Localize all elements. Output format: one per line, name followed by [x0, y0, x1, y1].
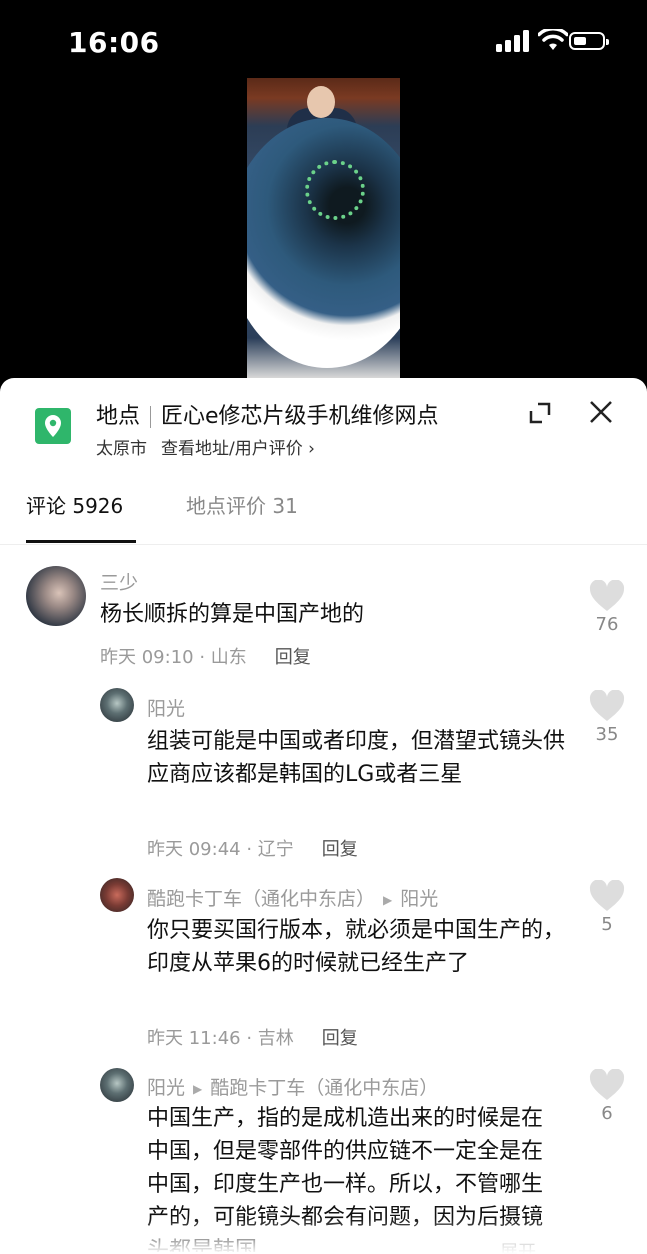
- location-pin-icon: [35, 408, 71, 444]
- like-count: 5: [601, 914, 613, 935]
- like-count: 6: [601, 1103, 613, 1124]
- comment-meta: 昨天 11:46 · 吉林 回复: [147, 1024, 358, 1050]
- like-button[interactable]: 5: [587, 880, 627, 935]
- status-time: 16:06: [68, 26, 160, 59]
- comment-time: 昨天 11:46 · 吉林: [147, 1028, 294, 1049]
- comment-username[interactable]: 阳光 ▶ 酷跑卡丁车（通化中东店）: [147, 1073, 438, 1100]
- bottom-fade: [0, 1218, 647, 1254]
- comment-meta: 昨天 09:10 · 山东 回复: [100, 643, 311, 669]
- reply-target[interactable]: 阳光: [400, 888, 438, 910]
- avatar[interactable]: [100, 688, 134, 722]
- status-bar: 16:06: [0, 0, 647, 80]
- comment-time: 昨天 09:10 · 山东: [100, 647, 247, 668]
- location-link[interactable]: 查看地址/用户评价: [161, 439, 303, 459]
- lens-ring: [305, 160, 365, 220]
- location-title[interactable]: 地点 匠心e修芯片级手机维修网点: [96, 398, 439, 430]
- reply-target[interactable]: 酷跑卡丁车（通化中东店）: [210, 1077, 438, 1099]
- comment-username[interactable]: 阳光: [147, 694, 185, 721]
- comment-text: 你只要买国行版本，就必须是中国生产的，印度从苹果6的时候就已经生产了: [147, 918, 566, 976]
- avatar[interactable]: [100, 1068, 134, 1102]
- comment-text: 杨长顺拆的算是中国产地的: [100, 602, 365, 627]
- comment-username[interactable]: 三少: [100, 568, 138, 595]
- battery-icon: [569, 32, 609, 50]
- signal-icon: [496, 30, 529, 52]
- heart-icon: [589, 690, 625, 721]
- comment-sheet: 地点 匠心e修芯片级手机维修网点 太原市 查看地址/用户评价 › 评论 5926 地…: [0, 378, 647, 1254]
- reply-button[interactable]: 回复: [322, 839, 358, 860]
- avatar[interactable]: [100, 878, 134, 912]
- like-button[interactable]: 76: [587, 580, 627, 635]
- comment-meta: 昨天 09:44 · 辽宁 回复: [147, 835, 358, 861]
- location-city: 太原市: [96, 439, 147, 459]
- reply-arrow-icon: ▶: [193, 1081, 203, 1096]
- reply-button[interactable]: 回复: [322, 1028, 358, 1049]
- reply-button[interactable]: 回复: [275, 647, 311, 668]
- avatar[interactable]: [26, 566, 86, 626]
- comment-text: 组装可能是中国或者印度，但潜望式镜头供应商应该都是韩国的LG或者三星: [147, 729, 566, 787]
- title-divider: [150, 406, 152, 428]
- expand-icon[interactable]: [526, 399, 554, 427]
- tab-underline: [26, 540, 136, 543]
- tab-location-reviews[interactable]: 地点评价 31: [186, 490, 298, 519]
- reply-author[interactable]: 阳光: [147, 1077, 185, 1099]
- like-button[interactable]: 6: [587, 1069, 627, 1124]
- wifi-icon: [538, 29, 568, 50]
- camera-lens-image: [247, 118, 400, 368]
- like-count: 76: [595, 614, 619, 635]
- comment-time: 昨天 09:44 · 辽宁: [147, 839, 294, 860]
- video-frame[interactable]: [247, 78, 400, 378]
- tab-comments[interactable]: 评论 5926: [26, 490, 123, 519]
- like-button[interactable]: 35: [587, 690, 627, 745]
- location-prefix: 地点: [96, 404, 141, 429]
- video-person: [307, 86, 335, 118]
- chevron-right-icon: ›: [308, 439, 315, 459]
- location-name: 匠心e修芯片级手机维修网点: [161, 404, 439, 429]
- reply-author[interactable]: 酷跑卡丁车（通化中东店）: [147, 888, 375, 910]
- tab-bar: 评论 5926 地点评价 31: [0, 472, 647, 545]
- like-count: 35: [595, 724, 619, 745]
- location-subtitle[interactable]: 太原市 查看地址/用户评价 ›: [96, 434, 315, 459]
- reply-arrow-icon: ▶: [383, 892, 393, 907]
- heart-icon: [589, 580, 625, 611]
- heart-icon: [589, 1069, 625, 1100]
- close-icon[interactable]: [588, 399, 614, 425]
- heart-icon: [589, 880, 625, 911]
- comment-username[interactable]: 酷跑卡丁车（通化中东店） ▶ 阳光: [147, 884, 438, 911]
